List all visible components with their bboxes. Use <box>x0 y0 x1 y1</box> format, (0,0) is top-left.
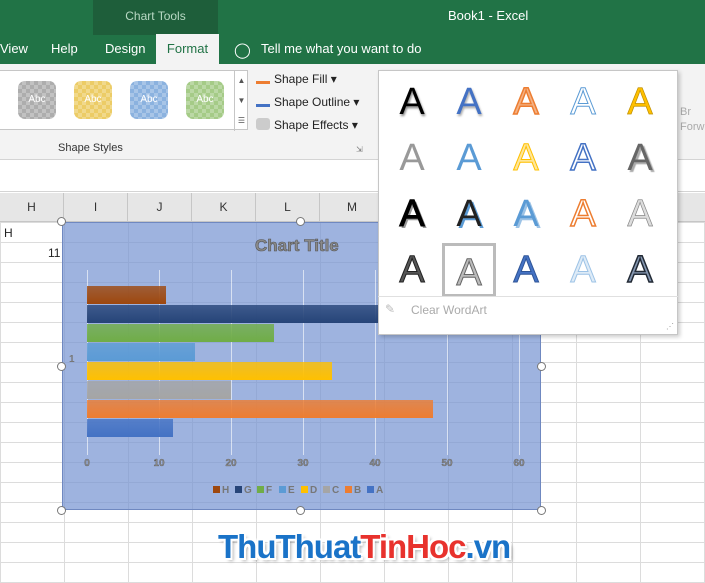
wordart-style-option[interactable]: A <box>385 75 439 129</box>
cell-h1[interactable]: H <box>4 226 13 240</box>
wordart-style-option[interactable]: A <box>499 243 553 297</box>
category-label: 1 <box>69 354 75 365</box>
wordart-style-option[interactable]: A <box>499 187 553 241</box>
group-label: Shape Styles <box>58 142 123 154</box>
legend-item[interactable]: B <box>345 485 361 496</box>
shape-style-gold[interactable]: Abc <box>74 81 112 119</box>
shape-fill-button[interactable]: Shape Fill ▾ <box>256 72 337 86</box>
wordart-style-option[interactable]: A <box>499 131 553 185</box>
wordart-style-option[interactable]: A <box>556 131 610 185</box>
legend-item[interactable]: C <box>323 485 339 496</box>
wordart-style-option[interactable]: A <box>613 131 667 185</box>
column-header[interactable]: M <box>320 193 385 222</box>
bar-C[interactable] <box>87 381 231 399</box>
lightbulb-icon: ◯ <box>234 42 251 59</box>
resize-handle[interactable] <box>537 506 546 515</box>
chart-title[interactable]: Chart Title <box>255 236 339 256</box>
tab-view[interactable]: View <box>0 41 28 56</box>
window-title: Book1 - Excel <box>448 8 529 23</box>
bar-F[interactable] <box>87 324 275 342</box>
cell-h2[interactable]: 11 <box>48 246 60 260</box>
wordart-style-option[interactable]: A <box>442 187 496 241</box>
bar-A[interactable] <box>87 419 174 437</box>
tell-me-search[interactable]: Tell me what you want to do <box>261 41 421 56</box>
wordart-style-option[interactable]: A <box>556 187 610 241</box>
bar-B[interactable] <box>87 400 433 418</box>
axis-tick-label: 40 <box>369 458 381 469</box>
watermark-logo: ThuThuatTinHoc.vn <box>218 528 511 565</box>
context-title: Chart Tools <box>125 9 186 23</box>
resize-handle[interactable] <box>296 506 305 515</box>
legend-item[interactable]: E <box>279 485 295 496</box>
bar-E[interactable] <box>87 343 195 361</box>
legend-item[interactable]: G <box>235 485 252 496</box>
axis-tick-label: 0 <box>84 458 90 469</box>
shape-style-gray[interactable]: Abc <box>18 81 56 119</box>
tab-design[interactable]: Design <box>105 41 145 56</box>
gridline <box>375 270 376 455</box>
resize-handle[interactable] <box>537 362 546 371</box>
bar-D[interactable] <box>87 362 332 380</box>
column-header[interactable]: I <box>64 193 128 222</box>
wordart-style-option[interactable]: A <box>556 243 610 297</box>
legend-item[interactable]: A <box>367 485 383 496</box>
axis-tick-label: 50 <box>441 458 453 469</box>
shape-effects-button[interactable]: Shape Effects ▾ <box>256 118 358 132</box>
more-button[interactable]: ☰ <box>234 111 248 131</box>
axis-tick-label: 10 <box>153 458 165 469</box>
column-header[interactable]: K <box>192 193 256 222</box>
resize-handle[interactable] <box>296 217 305 226</box>
wordart-style-option[interactable]: A <box>556 75 610 129</box>
wordart-style-option[interactable]: A <box>385 187 439 241</box>
wordart-style-option[interactable]: A <box>613 243 667 297</box>
wordart-style-option[interactable]: A <box>613 187 667 241</box>
pen-icon <box>256 95 270 107</box>
resize-grip-icon[interactable]: ⋰ <box>666 322 674 331</box>
bar-G[interactable] <box>87 305 411 323</box>
scroll-up-button[interactable]: ▲ <box>234 71 248 91</box>
resize-handle[interactable] <box>57 217 66 226</box>
legend-item[interactable]: F <box>257 485 272 496</box>
axis-tick-label: 60 <box>513 458 525 469</box>
column-header[interactable]: H <box>0 193 64 222</box>
legend-item[interactable]: H <box>213 485 229 496</box>
axis-tick-label: 30 <box>297 458 309 469</box>
wordart-style-option[interactable]: A <box>613 75 667 129</box>
shape-outline-button[interactable]: Shape Outline ▾ <box>256 95 359 109</box>
resize-handle[interactable] <box>57 362 66 371</box>
shape-style-blue[interactable]: Abc <box>130 81 168 119</box>
clear-wordart-button[interactable]: Clear WordArt <box>411 303 487 317</box>
scroll-down-button[interactable]: ▼ <box>234 91 248 111</box>
wordart-style-option[interactable]: A <box>442 131 496 185</box>
dialog-launcher-icon[interactable]: ⇲ <box>356 145 363 154</box>
wordart-style-option[interactable]: A <box>385 131 439 185</box>
wordart-style-option[interactable]: A <box>442 243 496 297</box>
eraser-icon: ✎ <box>385 302 396 316</box>
column-header[interactable]: J <box>128 193 192 222</box>
bar-H[interactable] <box>87 286 167 304</box>
bring-forward-button[interactable]: Br Forw <box>680 105 704 135</box>
legend-item[interactable]: D <box>301 485 317 496</box>
shape-effects-icon <box>256 118 270 130</box>
column-header[interactable]: L <box>256 193 320 222</box>
resize-handle[interactable] <box>57 506 66 515</box>
shape-style-green[interactable]: Abc <box>186 81 224 119</box>
wordart-style-option[interactable]: A <box>385 243 439 297</box>
paint-bucket-icon <box>256 72 270 84</box>
wordart-style-option[interactable]: A <box>499 75 553 129</box>
tab-help[interactable]: Help <box>51 41 78 56</box>
axis-tick-label: 20 <box>225 458 237 469</box>
divider <box>378 296 678 297</box>
tab-format[interactable]: Format <box>156 34 219 64</box>
wordart-style-option[interactable]: A <box>442 75 496 129</box>
